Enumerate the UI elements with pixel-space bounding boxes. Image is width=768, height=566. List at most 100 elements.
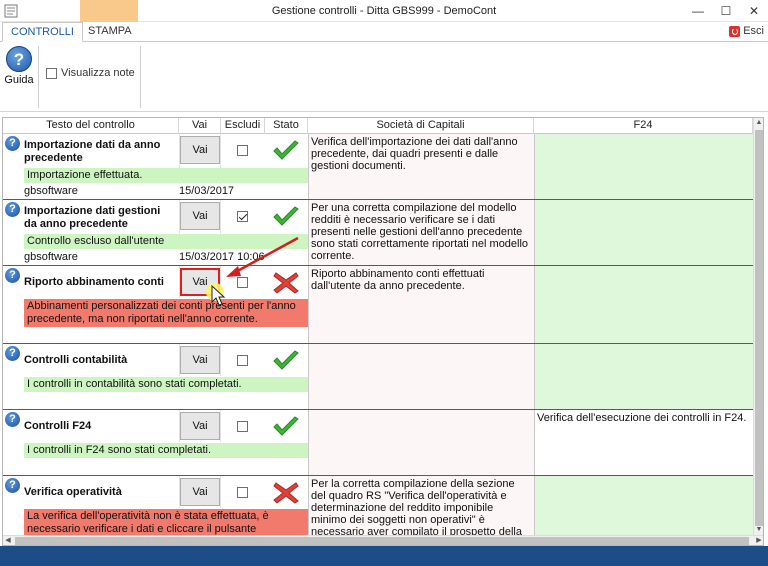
horizontal-scrollbar[interactable]: ◀ ▶ xyxy=(3,535,763,545)
tab-controlli[interactable]: CONTROLLI xyxy=(2,22,83,42)
row-title: Verifica operatività xyxy=(24,486,122,498)
scroll-up-icon[interactable]: ▲ xyxy=(754,118,763,128)
table-row: ? Controlli F24 Vai I controlli in F24 s… xyxy=(3,410,753,476)
vai-cell: Vai xyxy=(179,266,221,298)
row-message: Importazione effettuata. xyxy=(24,168,308,183)
esci-label: Esci xyxy=(743,25,764,37)
vertical-scrollbar[interactable]: ▲ ▼ xyxy=(753,118,763,535)
header-f24: F24 xyxy=(534,118,753,134)
help-icon[interactable]: ? xyxy=(5,202,20,217)
f24-text: Verifica dell'esecuzione dei controlli i… xyxy=(537,412,747,424)
grid-header: Testo del controllo Vai Escludi Stato So… xyxy=(3,118,753,134)
guida-button[interactable]: ? Guida xyxy=(4,46,34,86)
ribbon-tabs: CONTROLLI STAMPA Esci xyxy=(0,22,768,42)
table-row: ? Riporto abbinamento conti Vai Abbiname… xyxy=(3,266,753,344)
esci-button[interactable]: Esci xyxy=(729,25,764,37)
escludi-checkbox[interactable] xyxy=(237,355,248,366)
ribbon-separator xyxy=(140,46,141,108)
table-row: ? Controlli contabilità Vai I controlli … xyxy=(3,344,753,410)
cross-icon xyxy=(273,482,299,504)
row-title: Importazione dati da anno precedente xyxy=(24,139,161,164)
f24-cell-bg xyxy=(534,134,753,199)
scroll-thumb[interactable] xyxy=(15,537,749,545)
vai-button[interactable]: Vai xyxy=(180,268,220,296)
societa-text xyxy=(308,344,534,348)
row-meta: gbsoftware 15/03/2017 xyxy=(24,185,234,197)
vai-button[interactable]: Vai xyxy=(180,478,220,506)
row-title: Riporto abbinamento conti xyxy=(24,276,164,288)
check-icon xyxy=(273,140,299,160)
escludi-checkbox[interactable] xyxy=(237,145,248,156)
tab-stampa[interactable]: STAMPA xyxy=(80,22,140,42)
societa-text: Per una corretta compilazione del modell… xyxy=(311,202,529,262)
visualizza-note-label: Visualizza note xyxy=(61,67,135,79)
vai-button[interactable]: Vai xyxy=(180,202,220,230)
checkbox-icon xyxy=(46,67,57,79)
maximize-button[interactable]: ☐ xyxy=(712,0,740,22)
row-user: gbsoftware xyxy=(24,251,78,263)
header-testo: Testo del controllo xyxy=(3,118,179,134)
vai-cell: Vai xyxy=(179,344,221,376)
header-societa: Società di Capitali xyxy=(308,118,534,134)
row-meta: gbsoftware 15/03/2017 10:06 xyxy=(24,251,265,263)
header-vai: Vai xyxy=(179,118,221,134)
visualizza-note-checkbox[interactable]: Visualizza note xyxy=(46,67,135,79)
help-icon[interactable]: ? xyxy=(5,412,20,427)
check-icon xyxy=(273,416,299,436)
ribbon: ? Guida Visualizza note xyxy=(0,42,768,112)
help-icon: ? xyxy=(6,46,32,72)
minimize-button[interactable]: — xyxy=(684,0,712,22)
table-row: ? Importazione dati da anno precedente V… xyxy=(3,134,753,200)
scroll-right-icon[interactable]: ▶ xyxy=(754,536,763,545)
scroll-thumb[interactable] xyxy=(755,130,763,526)
check-icon xyxy=(273,350,299,370)
title-bar: Gestione controlli - Ditta GBS999 - Demo… xyxy=(0,0,768,22)
row-date: 15/03/2017 10:06 xyxy=(179,251,265,263)
row-title: Controlli F24 xyxy=(24,420,92,432)
row-message: Abbinamenti personalizzati dei conti pre… xyxy=(24,299,308,327)
vai-button[interactable]: Vai xyxy=(180,412,220,440)
help-icon[interactable]: ? xyxy=(5,346,20,361)
guida-label: Guida xyxy=(4,74,34,86)
societa-text: Verifica dell'importazione dei dati dall… xyxy=(311,136,518,172)
escludi-checkbox[interactable] xyxy=(237,211,248,222)
societa-text: Riporto abbinamento conti effettuati dal… xyxy=(311,268,485,292)
row-message: I controlli in F24 sono stati completati… xyxy=(24,443,308,458)
escludi-checkbox[interactable] xyxy=(237,421,248,432)
scroll-left-icon[interactable]: ◀ xyxy=(3,536,13,545)
window-title: Gestione controlli - Ditta GBS999 - Demo… xyxy=(271,5,497,17)
row-title: Controlli contabilità xyxy=(24,354,128,366)
row-message: I controlli in contabilità sono stati co… xyxy=(24,377,308,392)
vai-cell: Vai xyxy=(179,476,221,508)
societa-cell-bg xyxy=(308,344,534,409)
f24-cell-bg xyxy=(534,476,753,536)
societa-text xyxy=(308,410,534,414)
vai-cell: Vai xyxy=(179,410,221,442)
f24-cell-bg xyxy=(534,200,753,265)
vai-button[interactable]: Vai xyxy=(180,136,220,164)
row-date: 15/03/2017 xyxy=(179,185,235,197)
controls-grid: Testo del controllo Vai Escludi Stato So… xyxy=(2,117,764,546)
vai-button[interactable]: Vai xyxy=(180,346,220,374)
row-title: Importazione dati gestioni da anno prece… xyxy=(24,205,161,230)
escludi-checkbox[interactable] xyxy=(237,487,248,498)
table-row: ? Verifica operatività Vai La verifica d… xyxy=(3,476,753,536)
row-message: La verifica dell'operatività non è stata… xyxy=(24,509,308,536)
cross-icon xyxy=(273,272,299,294)
header-escludi: Escludi xyxy=(221,118,265,134)
societa-text: Per la corretta compilazione della sezio… xyxy=(311,478,522,536)
row-message: Controllo escluso dall'utente xyxy=(24,234,308,249)
header-stato: Stato xyxy=(265,118,308,134)
status-bar xyxy=(0,546,768,566)
escludi-checkbox[interactable] xyxy=(237,277,248,288)
societa-cell-bg xyxy=(308,410,534,475)
f24-cell-bg xyxy=(534,344,753,409)
scroll-down-icon[interactable]: ▼ xyxy=(754,525,763,535)
table-row: ? Importazione dati gestioni da anno pre… xyxy=(3,200,753,266)
ribbon-separator xyxy=(38,46,39,108)
help-icon[interactable]: ? xyxy=(5,136,20,151)
check-icon xyxy=(273,206,299,226)
help-icon[interactable]: ? xyxy=(5,268,20,283)
help-icon[interactable]: ? xyxy=(5,478,20,493)
close-button[interactable]: ✕ xyxy=(740,0,768,22)
